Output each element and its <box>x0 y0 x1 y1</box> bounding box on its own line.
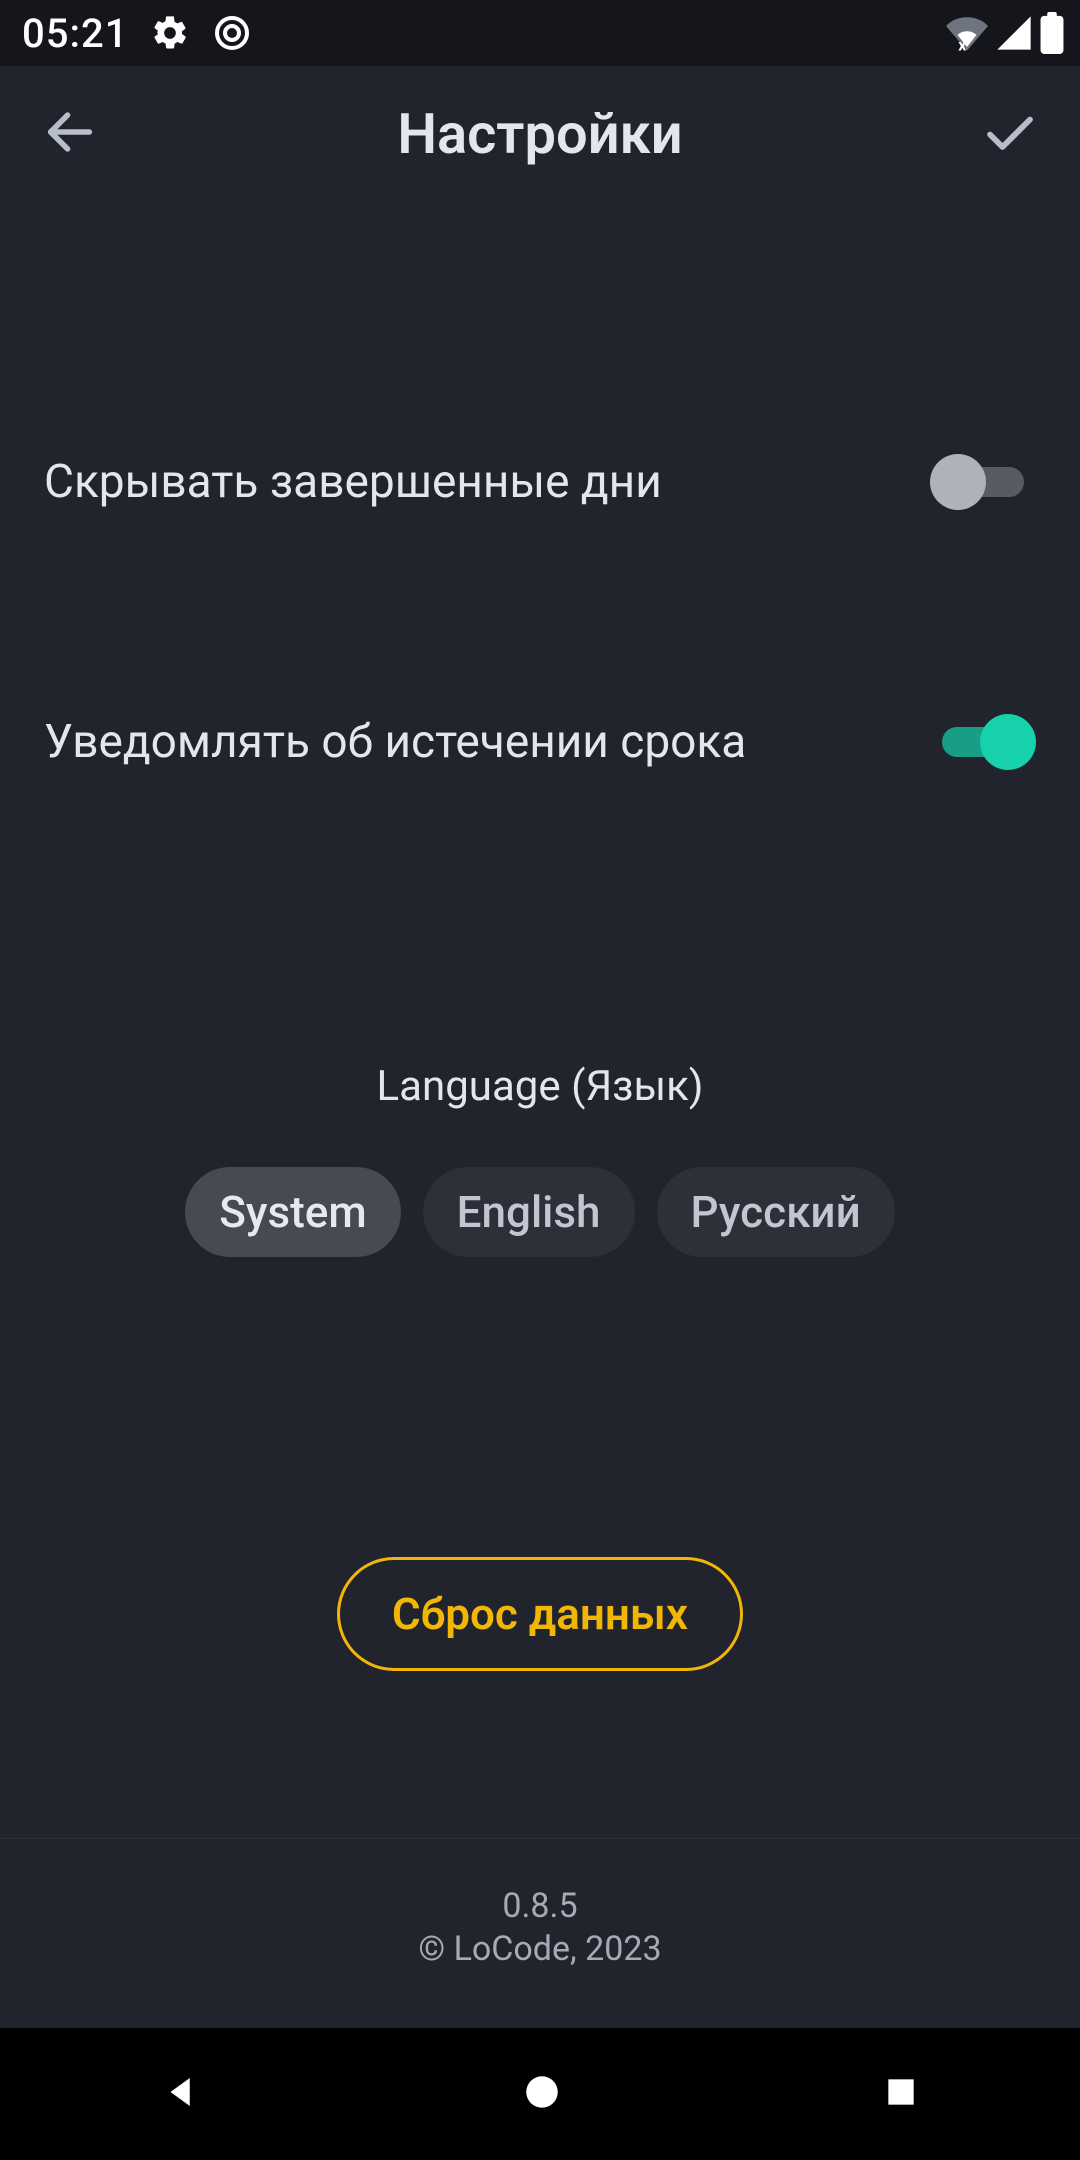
check-icon <box>980 102 1040 166</box>
toggle-hide-completed[interactable] <box>930 452 1036 512</box>
setting-notify-expiry: Уведомлять об истечении срока <box>0 712 1080 772</box>
footer: 0.8.5 © LoCode, 2023 <box>0 1838 1080 2028</box>
android-nav-bar <box>0 2028 1080 2160</box>
language-chip-system[interactable]: System <box>185 1167 400 1257</box>
back-button[interactable] <box>22 86 118 182</box>
reset-data-button[interactable]: Сброс данных <box>337 1557 743 1671</box>
nav-home-button[interactable] <box>521 2071 563 2117</box>
wifi-icon: x <box>946 12 988 54</box>
footer-copyright: © LoCode, 2023 <box>0 1928 1080 1971</box>
status-time: 05:21 <box>22 10 128 57</box>
triangle-back-icon <box>160 2071 202 2117</box>
arrow-left-icon <box>41 103 99 165</box>
confirm-button[interactable] <box>962 86 1058 182</box>
language-chip-russian[interactable]: Русский <box>657 1167 895 1257</box>
language-section: Language (Язык) System English Русский <box>0 1062 1080 1257</box>
language-chip-english[interactable]: English <box>423 1167 635 1257</box>
no-disturb-icon <box>212 13 252 53</box>
nav-back-button[interactable] <box>160 2071 202 2117</box>
language-options: System English Русский <box>0 1167 1080 1257</box>
svg-text:x: x <box>958 36 968 55</box>
footer-version: 0.8.5 <box>0 1885 1080 1928</box>
toggle-notify-expiry[interactable] <box>930 712 1036 772</box>
app-bar: Настройки <box>0 66 1080 202</box>
nav-recent-button[interactable] <box>882 2073 920 2115</box>
cell-signal-icon <box>994 13 1034 53</box>
circle-home-icon <box>521 2071 563 2117</box>
setting-hide-completed-label: Скрывать завершенные дни <box>44 455 662 509</box>
content-area: Скрывать завершенные дни Уведомлять об и… <box>0 202 1080 2028</box>
status-bar: 05:21 x <box>0 0 1080 66</box>
language-title: Language (Язык) <box>0 1062 1080 1111</box>
setting-hide-completed: Скрывать завершенные дни <box>0 452 1080 512</box>
square-recent-icon <box>882 2073 920 2115</box>
setting-notify-expiry-label: Уведомлять об истечении срока <box>44 715 746 769</box>
settings-gear-icon <box>150 13 190 53</box>
battery-icon <box>1040 12 1064 54</box>
page-title: Настройки <box>0 101 1080 167</box>
